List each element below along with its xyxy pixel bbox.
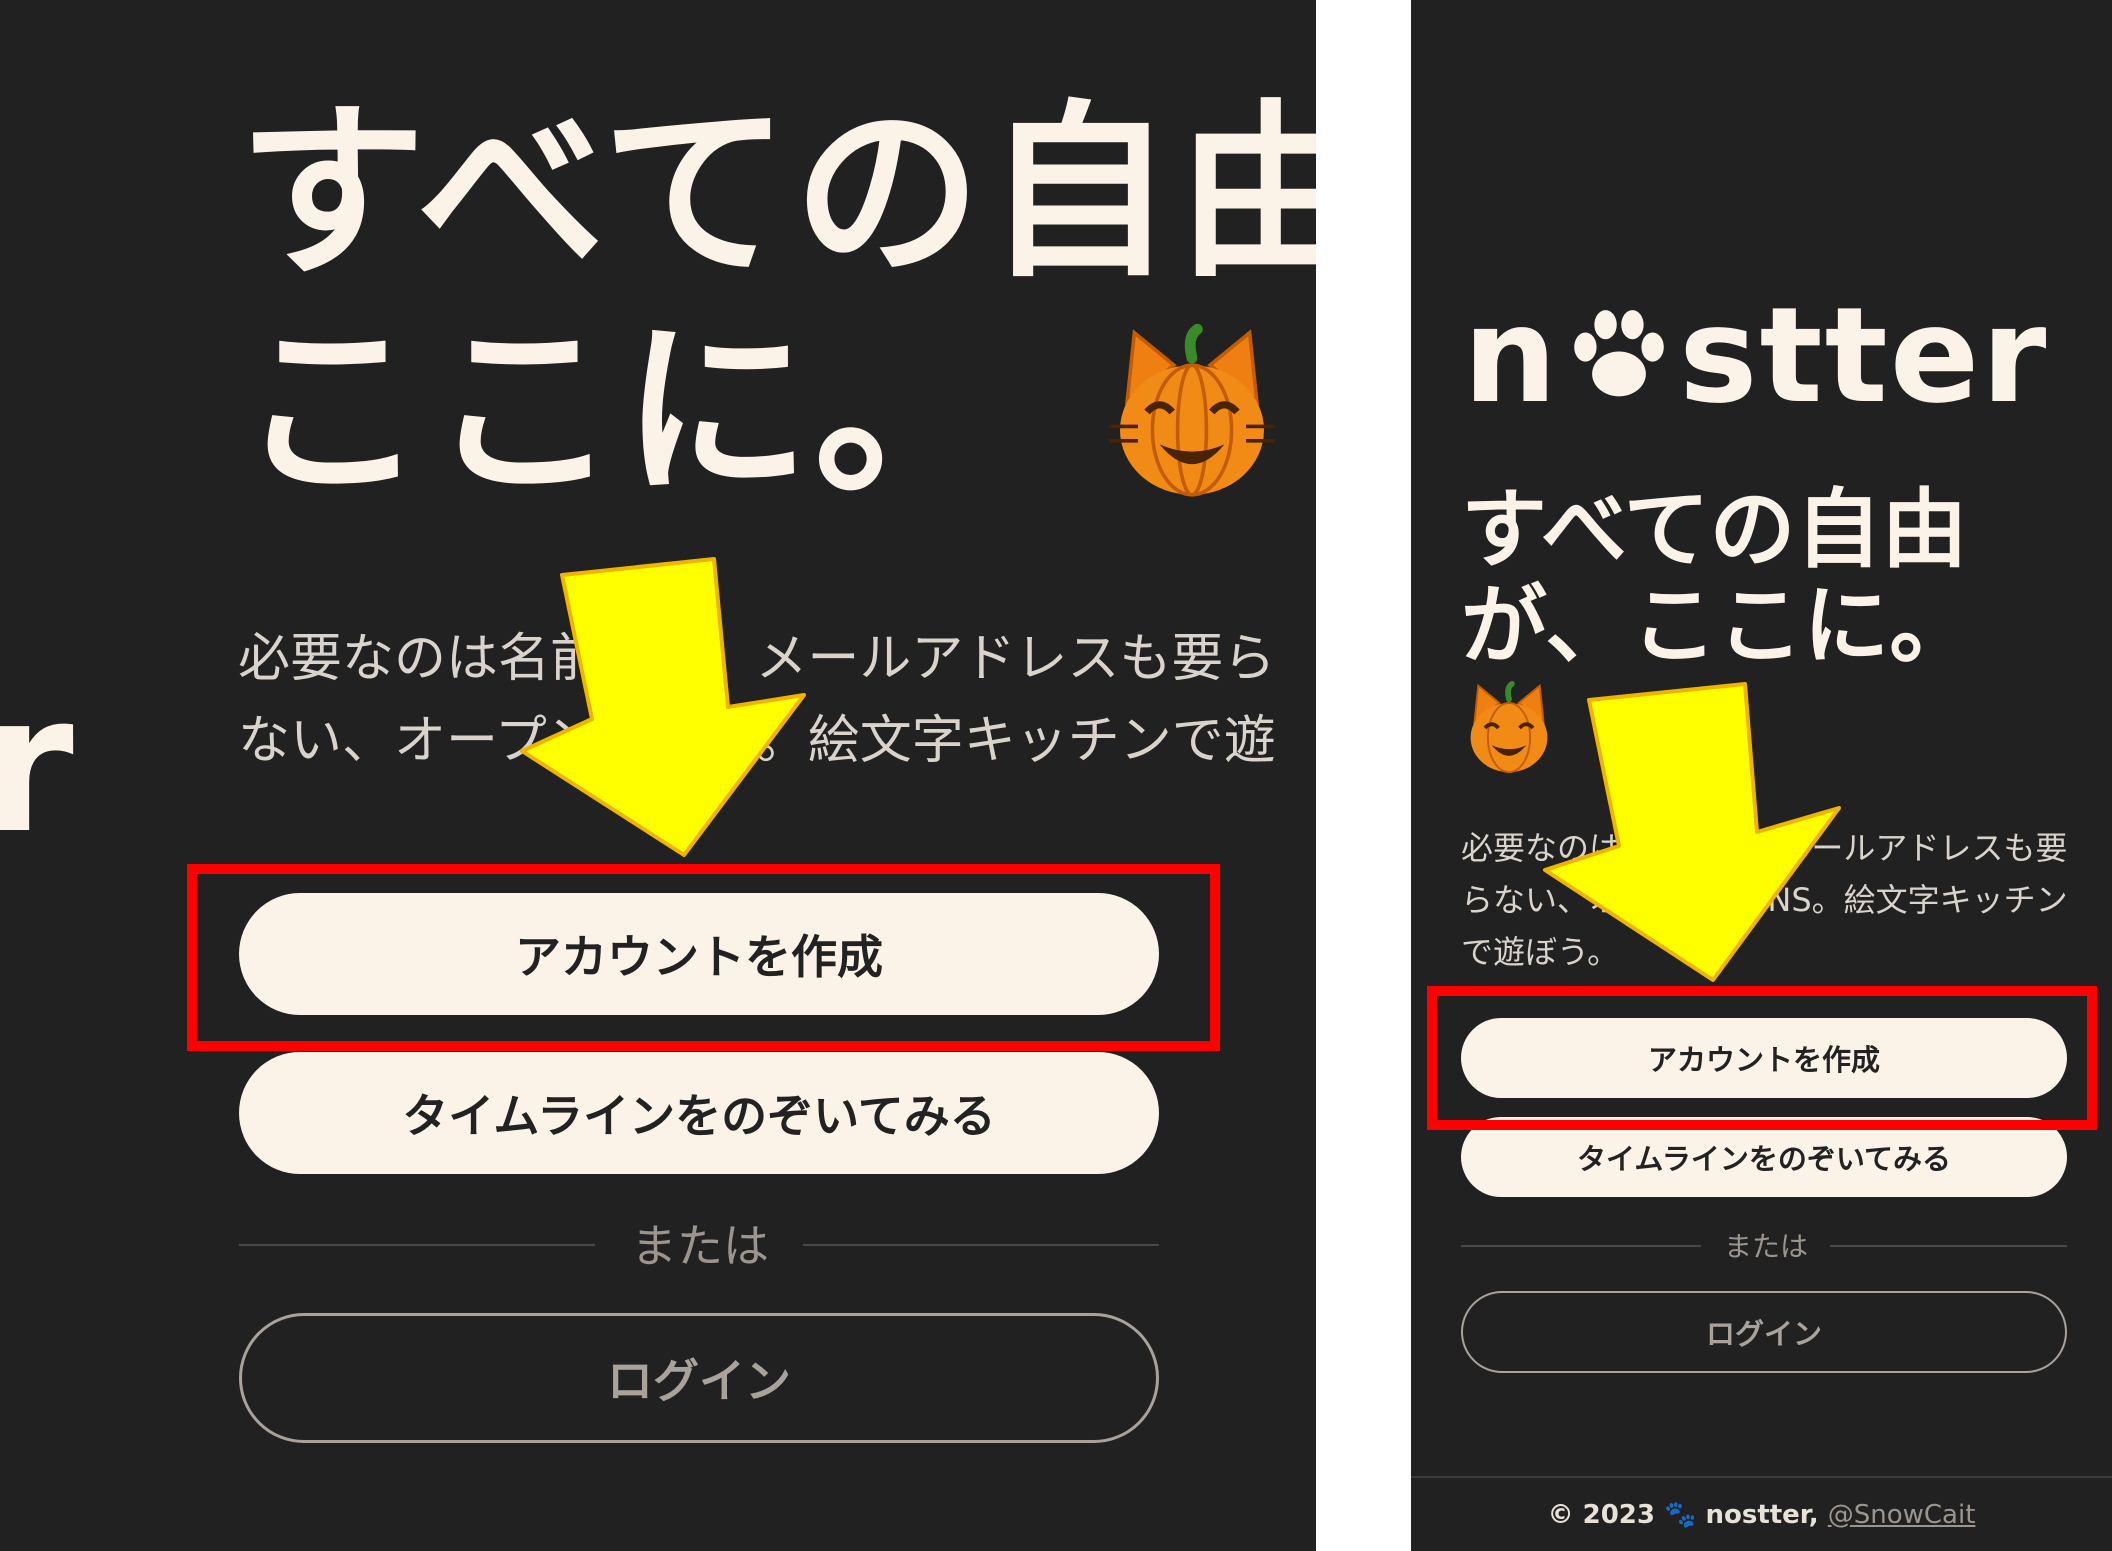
highlight-box-mobile: [1427, 986, 2097, 1130]
divider-left-mobile: [1461, 1245, 1701, 1247]
or-label-mobile: または: [1723, 1230, 1808, 1263]
peek-timeline-button[interactable]: タイムラインをのぞいてみる: [239, 1052, 1159, 1174]
pumpkin-cat-icon: [1109, 323, 1275, 497]
headline-line-2-row: ここに。: [238, 303, 1316, 521]
headline-line-1: すべての自由: [238, 84, 1316, 303]
headline-line-2: が、ここに。: [1461, 576, 1976, 676]
divider-left: [239, 1244, 595, 1246]
footer-divider: [1411, 1476, 2112, 1478]
divider-right: [803, 1244, 1159, 1246]
logo-letter-n: n: [1463, 279, 1559, 433]
logo-text: stter: [1678, 279, 2049, 433]
down-arrow-annotation: [520, 557, 806, 857]
paw-icon: [1574, 310, 1664, 397]
or-label: または: [631, 1219, 769, 1273]
footer-copyright: © 2023 🐾 nostter,: [1547, 1500, 1828, 1530]
headline-line-1: すべての自由: [1461, 480, 1968, 580]
footer-author-link[interactable]: @SnowCait: [1828, 1500, 1976, 1530]
highlight-box: [187, 864, 1220, 1051]
login-button[interactable]: ログイン: [239, 1313, 1159, 1443]
footer: © 2023 🐾 nostter, @SnowCait: [1411, 1500, 2112, 1530]
headline-line-2: ここに。: [238, 302, 1006, 521]
logo-fragment: r: [0, 654, 74, 875]
nostter-logo: n stter: [1463, 290, 2048, 422]
down-arrow-annotation-mobile: [1543, 682, 1841, 982]
page-headline: すべての自由 ここに。: [238, 85, 1316, 521]
divider-right-mobile: [1830, 1245, 2067, 1247]
login-button-mobile[interactable]: ログイン: [1461, 1291, 2067, 1373]
